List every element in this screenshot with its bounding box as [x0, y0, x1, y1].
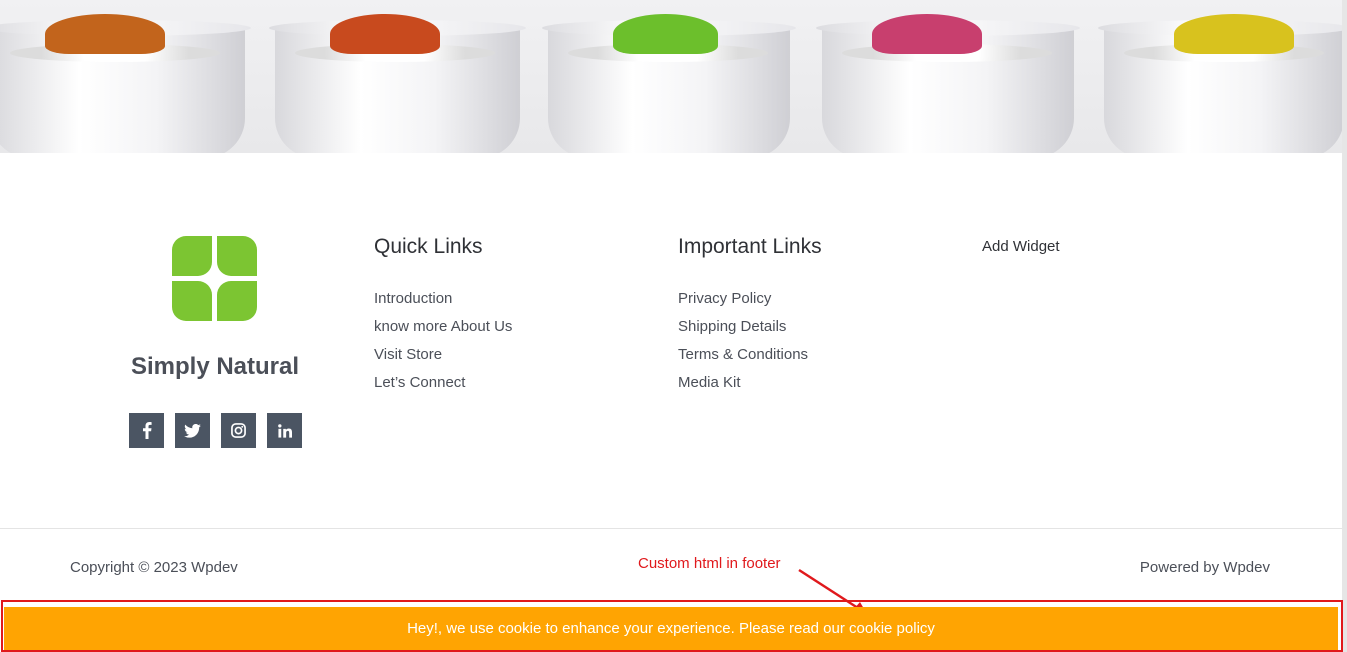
scrollbar-track[interactable]	[1342, 0, 1347, 652]
brand-name: Simply Natural	[130, 353, 300, 380]
footer-link-store[interactable]: Visit Store	[374, 346, 442, 363]
powered-by-text: Powered by Wpdev	[1139, 559, 1270, 576]
pot-image	[269, 14, 526, 153]
brand-logo[interactable]	[172, 236, 258, 322]
facebook-icon[interactable]	[129, 413, 164, 448]
annotation-highlight-box	[1, 600, 1343, 652]
copyright-text: Copyright © 2023 Wpdev	[70, 559, 238, 576]
pot-image	[0, 14, 251, 153]
footer-link-connect[interactable]: Let’s Connect	[374, 374, 465, 391]
footer-link-terms[interactable]: Terms & Conditions	[678, 346, 808, 363]
instagram-icon[interactable]	[221, 413, 256, 448]
twitter-icon[interactable]	[175, 413, 210, 448]
footer-link-media-kit[interactable]: Media Kit	[678, 374, 741, 391]
footer-link-about[interactable]: know more About Us	[374, 318, 512, 335]
hero-cactus-image	[0, 0, 1342, 153]
pot-image	[816, 14, 1080, 153]
footer-divider	[0, 528, 1342, 529]
pot-image	[1098, 14, 1342, 153]
important-links-title: Important Links	[678, 235, 822, 258]
pot-image	[542, 14, 796, 153]
add-widget-link[interactable]: Add Widget	[982, 238, 1060, 255]
footer-link-introduction[interactable]: Introduction	[374, 290, 452, 307]
quick-links-title: Quick Links	[374, 235, 483, 258]
footer-link-shipping[interactable]: Shipping Details	[678, 318, 786, 335]
linkedin-icon[interactable]	[267, 413, 302, 448]
annotation-label: Custom html in footer	[638, 555, 781, 572]
footer-link-privacy[interactable]: Privacy Policy	[678, 290, 771, 307]
